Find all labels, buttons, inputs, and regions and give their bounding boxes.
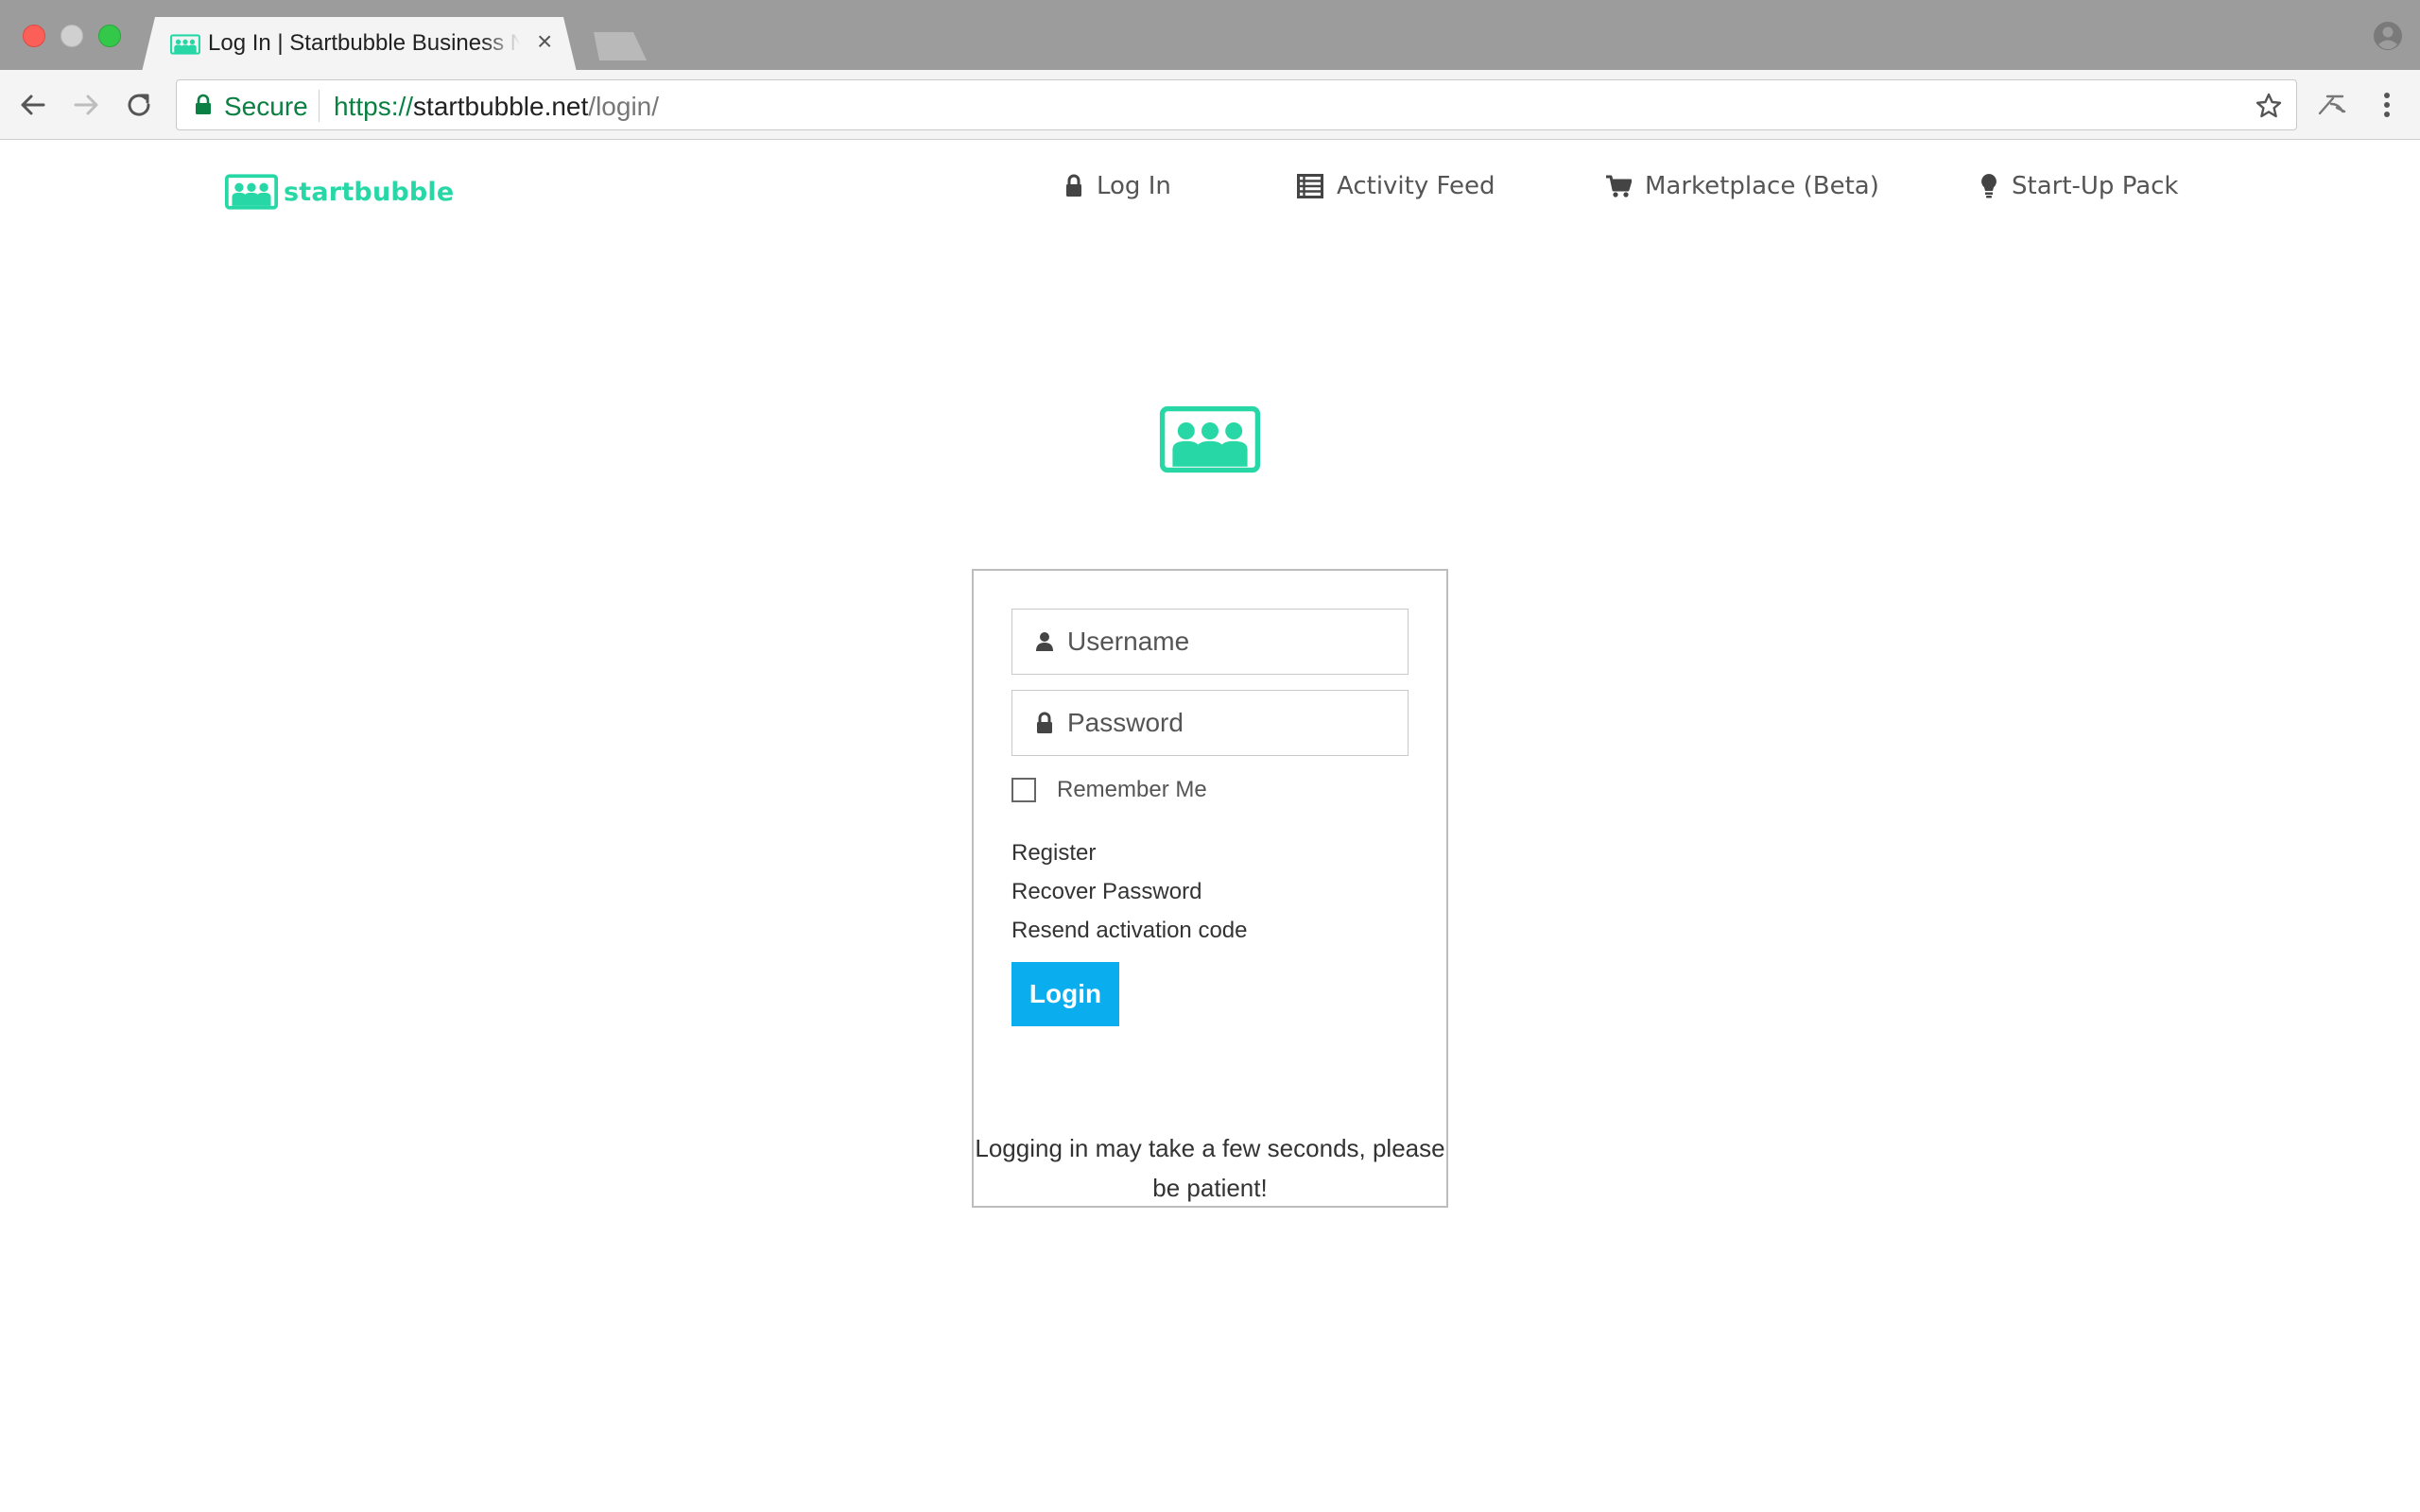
startbubble-favicon-icon [170,34,200,55]
url-scheme: https:// [334,92,414,121]
lock-icon [196,94,211,114]
shopping-cart-icon [1606,175,1632,198]
username-input[interactable] [1067,610,1398,674]
password-input[interactable] [1067,691,1398,755]
login-notice: Logging in may take a few seconds, pleas… [964,1128,1456,1208]
back-arrow-icon[interactable] [15,87,51,123]
user-icon [1036,632,1053,651]
url-text[interactable]: https://startbubble.net/login/ [334,92,659,122]
login-form: Remember Me Register Recover Password Re… [972,569,1448,1208]
address-bar[interactable]: Secure https://startbubble.net/login/ [176,79,2297,130]
tab-close-icon[interactable]: × [537,28,552,55]
new-tab-button[interactable] [586,32,647,60]
tab-title: Log In | Startbubble Business Network [208,30,520,56]
zoom-window-button[interactable] [98,25,121,47]
extension-icon[interactable] [2314,87,2350,123]
forward-arrow-icon[interactable] [68,87,104,123]
secure-label: Secure [224,92,308,121]
lightbulb-icon [1981,174,1996,198]
nav-startup-pack[interactable]: Start-Up Pack [1979,172,2179,200]
nav-login-label: Log In [1097,172,1171,200]
nav-startup-pack-label: Start-Up Pack [2012,172,2179,200]
remember-me-checkbox[interactable] [1011,778,1036,802]
remember-me-row: Remember Me [1011,777,1207,803]
login-button[interactable]: Login [1011,962,1119,1026]
nav-activity-feed[interactable]: Activity Feed [1297,172,1495,200]
url-host: startbubble.net [413,92,589,121]
minimize-window-button[interactable] [60,25,83,47]
resend-activation-link[interactable]: Resend activation code [1011,911,1248,950]
username-field [1011,609,1409,675]
url-path: /login/ [588,92,660,121]
profile-icon[interactable] [2373,21,2403,51]
register-link[interactable]: Register [1011,833,1248,872]
omnibox-separator [319,90,320,122]
nav-marketplace-label: Marketplace (Beta) [1645,172,1879,200]
account-links: Register Recover Password Resend activat… [1011,833,1248,950]
menu-kebab-icon[interactable] [2369,87,2405,123]
startbubble-center-logo-icon [1159,405,1261,473]
password-field [1011,690,1409,756]
list-icon [1297,174,1323,198]
bookmark-star-icon[interactable] [2255,92,2283,120]
browser-tab-strip: Log In | Startbubble Business Network × [0,0,2420,70]
lock-icon [1037,712,1052,733]
nav-login[interactable]: Log In [1064,172,1171,200]
close-window-button[interactable] [23,25,45,47]
main-nav: Log In Activity Feed Marketplace (Beta) [0,172,2420,214]
browser-tab-active[interactable]: Log In | Startbubble Business Network × [142,17,577,72]
recover-password-link[interactable]: Recover Password [1011,872,1248,911]
page-content: startbubble Log In Activity Feed Marketp… [0,140,2420,1512]
remember-me-label[interactable]: Remember Me [1057,777,1207,803]
lock-icon [1066,174,1081,197]
nav-marketplace[interactable]: Marketplace (Beta) [1605,172,1879,200]
notice-line-1: Logging in may take a few seconds, pleas… [975,1134,1445,1162]
browser-toolbar: Secure https://startbubble.net/login/ [0,70,2420,140]
nav-activity-feed-label: Activity Feed [1337,172,1495,200]
reload-icon[interactable] [121,87,157,123]
notice-line-2: be patient! [1152,1174,1268,1202]
